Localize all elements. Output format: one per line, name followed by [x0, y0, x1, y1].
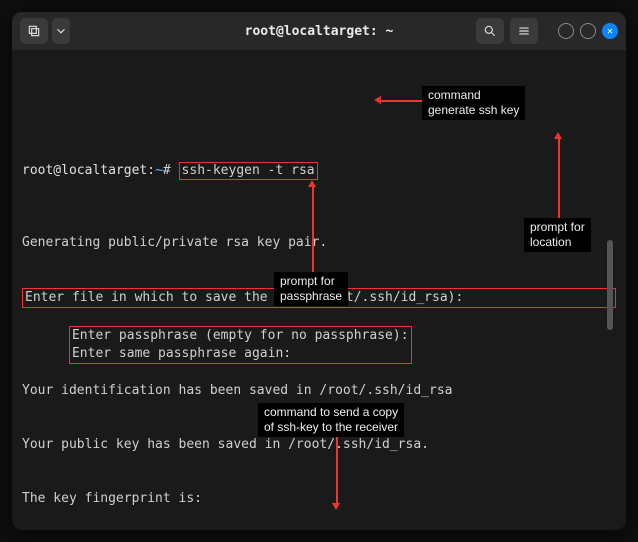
prompt-user: root@localtarget: [22, 163, 147, 178]
arrow-line: [312, 184, 314, 274]
window-maximize[interactable]: [580, 23, 596, 39]
arrow-head-icon: [308, 180, 316, 187]
terminal-line: Enter passphrase (empty for no passphras…: [72, 328, 409, 343]
titlebar: root@localtarget: ~ ✕: [12, 12, 626, 50]
arrow-head-icon: [554, 132, 562, 139]
titlebar-left: [20, 18, 70, 44]
tab-dropdown-button[interactable]: [52, 18, 70, 44]
arrow-line: [336, 435, 338, 505]
terminal-line: root@localtarget:~# ssh-keygen -t rsa: [22, 162, 616, 180]
arrow-head-icon: [374, 96, 381, 104]
annotation-label: prompt for location: [524, 218, 591, 252]
window-minimize[interactable]: [558, 23, 574, 39]
terminal-body[interactable]: root@localtarget:~# ssh-keygen -t rsa Ge…: [12, 50, 626, 530]
scrollbar-thumb[interactable]: [607, 240, 613, 330]
terminal-line: Enter file in which to save the key (/ro…: [25, 290, 463, 305]
search-button[interactable]: [476, 18, 504, 44]
titlebar-right: ✕: [476, 18, 618, 44]
terminal-line: The key fingerprint is:: [22, 490, 616, 508]
terminal-window: root@localtarget: ~ ✕ root@localtarget:~…: [12, 12, 626, 530]
arrow-head-icon: [332, 503, 340, 510]
window-close[interactable]: ✕: [602, 23, 618, 39]
annotation-label: prompt for passphrase: [274, 272, 348, 306]
terminal-line: Your identification has been saved in /r…: [22, 382, 616, 400]
command-highlight: ssh-keygen -t rsa: [179, 162, 318, 180]
terminal-line: Your public key has been saved in /root/…: [22, 436, 616, 454]
terminal-line: Enter same passphrase again:: [72, 346, 291, 361]
new-tab-button[interactable]: [20, 18, 48, 44]
arrow-line: [380, 100, 422, 102]
annotation-label: command to send a copy of ssh-key to the…: [258, 403, 404, 437]
menu-button[interactable]: [510, 18, 538, 44]
prompt-highlight: Enter passphrase (empty for no passphras…: [69, 326, 412, 364]
arrow-line: [558, 136, 560, 220]
annotation-label: command generate ssh key: [422, 86, 525, 120]
